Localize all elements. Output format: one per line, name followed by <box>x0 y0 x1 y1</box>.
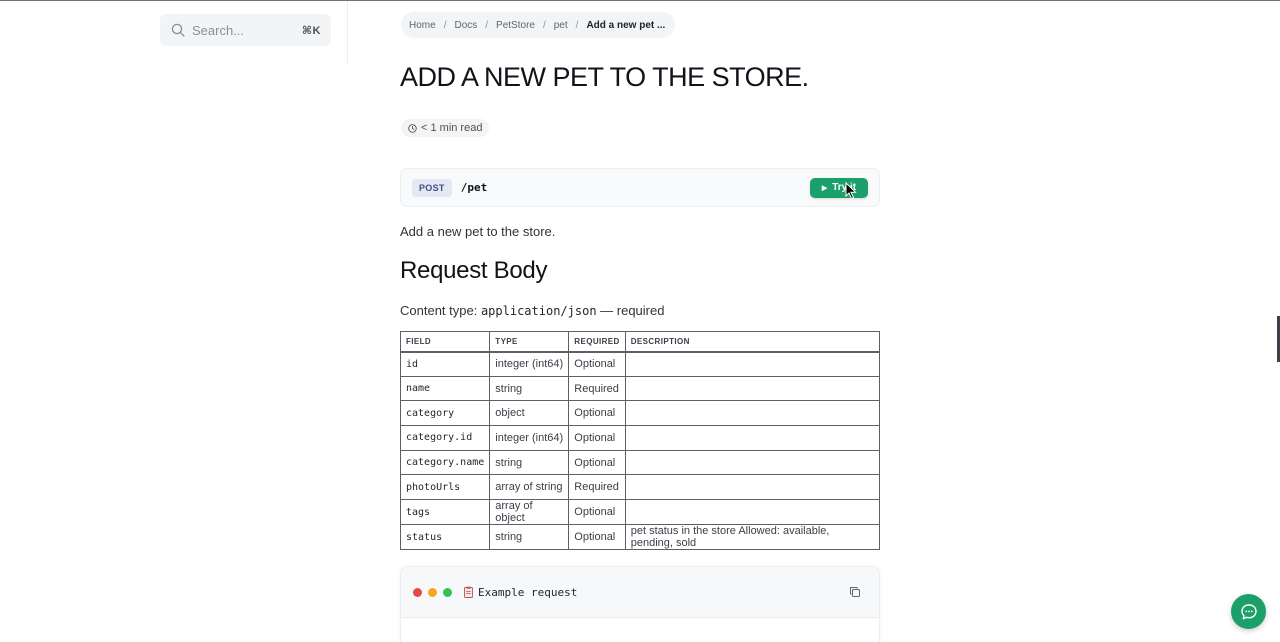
search-input[interactable]: Search... ⌘K <box>160 14 331 46</box>
field-description: pet status in the store Allowed: availab… <box>624 524 881 551</box>
table-row: category.id integer (int64) Optional <box>399 425 881 451</box>
chat-button[interactable] <box>1231 594 1266 629</box>
table-row: name string Required <box>399 375 881 402</box>
search-placeholder: Search... <box>192 22 245 38</box>
field-type: array of string <box>489 474 570 501</box>
field-name: photoUrls <box>399 474 491 501</box>
mouse-pointer-icon <box>845 182 857 200</box>
breadcrumb-current: Add a new pet ... <box>586 19 666 31</box>
window-dot-yellow <box>428 587 437 597</box>
field-type: integer (int64) <box>489 425 570 451</box>
table-row: tags array of object Optional <box>399 499 881 526</box>
field-description <box>624 351 881 377</box>
field-name: name <box>399 375 491 402</box>
field-name: status <box>399 524 491 551</box>
breadcrumb-docs[interactable]: Docs <box>454 20 477 31</box>
field-type: integer (int64) <box>489 351 570 377</box>
field-required: Required <box>568 375 626 402</box>
content-type-value: application/json <box>480 304 597 318</box>
field-required: Optional <box>568 400 626 427</box>
endpoint-path: /pet <box>460 181 488 194</box>
breadcrumb: Home / Docs / PetStore / pet / Add a new… <box>401 12 676 38</box>
field-type: array of object <box>489 499 570 526</box>
breadcrumb-petstore[interactable]: PetStore <box>496 20 535 31</box>
breadcrumb-home[interactable]: Home <box>409 20 436 31</box>
field-type: string <box>489 524 570 551</box>
field-description <box>624 499 881 526</box>
field-name: category.name <box>399 449 491 476</box>
breadcrumb-separator: / <box>443 19 447 31</box>
content-type-line: Content type: application/json — require… <box>400 303 664 318</box>
table-row: category object Optional <box>399 400 881 427</box>
column-header-description: DESCRIPTION <box>624 331 881 353</box>
field-type: string <box>489 449 570 476</box>
play-icon: ▶ <box>821 184 828 192</box>
window-dot-green <box>443 587 452 597</box>
endpoint-bar: POST /pet ▶ Try it <box>400 168 880 207</box>
field-name: tags <box>399 499 491 526</box>
column-header-field: FIELD <box>399 331 491 353</box>
field-name: id <box>399 351 491 377</box>
sidebar-divider <box>347 1 348 65</box>
chat-icon <box>1240 603 1257 619</box>
column-header-type: TYPE <box>489 331 570 353</box>
field-required: Required <box>568 474 626 501</box>
field-name: category <box>399 400 491 427</box>
field-name: category.id <box>399 425 491 451</box>
table-row: photoUrls array of string Required <box>399 474 881 501</box>
clipboard-icon <box>463 586 474 598</box>
field-required: Optional <box>568 351 626 377</box>
field-description <box>624 375 881 402</box>
window-dot-red <box>413 587 422 597</box>
column-header-required: REQUIRED <box>568 331 626 353</box>
breadcrumb-pet[interactable]: pet <box>554 20 568 31</box>
top-border <box>0 0 1280 1</box>
field-type: object <box>489 400 570 427</box>
search-shortcut: ⌘K <box>301 24 321 37</box>
table-row: category.name string Optional <box>399 449 881 476</box>
field-required: Optional <box>568 449 626 476</box>
field-type: string <box>489 375 570 402</box>
field-description <box>624 425 881 451</box>
table-row: id integer (int64) Optional <box>399 351 881 377</box>
endpoint-description: Add a new pet to the store. <box>400 224 556 239</box>
clock-icon <box>408 123 417 133</box>
try-it-button[interactable]: ▶ Try it <box>810 177 868 198</box>
breadcrumb-separator: / <box>485 19 489 31</box>
field-description <box>624 474 881 501</box>
example-request-title: Example request <box>478 585 578 599</box>
read-time-label: < 1 min read <box>421 122 483 134</box>
request-body-title: Request Body <box>400 257 548 284</box>
field-required: Optional <box>568 425 626 451</box>
method-badge: POST <box>412 178 452 197</box>
breadcrumb-separator: / <box>575 19 579 31</box>
read-time-badge: < 1 min read <box>401 119 490 137</box>
content-type-prefix: Content type: <box>400 303 481 318</box>
field-required: Optional <box>568 499 626 526</box>
table-row: status string Optional pet status in the… <box>399 524 881 551</box>
copy-icon[interactable] <box>849 586 861 598</box>
field-description <box>624 400 881 427</box>
breadcrumb-separator: / <box>542 19 546 31</box>
example-request-panel: Example request <box>400 566 880 642</box>
search-icon <box>171 23 185 37</box>
fields-table: FIELD TYPE REQUIRED DESCRIPTION id integ… <box>399 331 881 551</box>
content-type-suffix: — required <box>596 303 665 318</box>
table-header-row: FIELD TYPE REQUIRED DESCRIPTION <box>399 331 881 353</box>
field-description <box>624 449 881 476</box>
field-required: Optional <box>568 524 626 551</box>
page-title: ADD A NEW PET TO THE STORE. <box>400 62 809 92</box>
example-request-header: Example request <box>401 567 879 618</box>
